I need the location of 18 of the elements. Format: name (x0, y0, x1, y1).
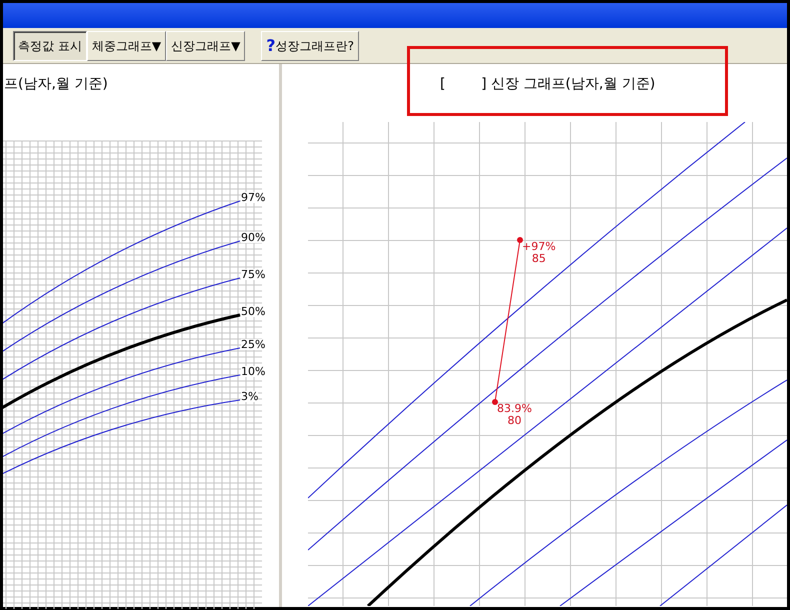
percentile-label: 10% (241, 366, 266, 377)
help-button[interactable]: ?성장그래프란? (261, 30, 359, 60)
percentile-label: 3% (241, 391, 258, 402)
dropdown-button[interactable]: 체중그래프▼ (86, 30, 166, 60)
percentile-value: 83.9% (497, 403, 532, 415)
dropdown-button[interactable]: 신장그래프▼ (166, 30, 246, 60)
chart-title: [ ] 신장 그래프(남자,월 기준) (440, 75, 656, 94)
percentile-label: 50% (241, 306, 266, 317)
question-mark-icon: ? (266, 38, 276, 54)
percentile-label: 25% (241, 339, 266, 350)
percentile-label: 97% (241, 192, 266, 203)
percentile-label: 75% (241, 269, 266, 280)
height-value: 80 (507, 415, 522, 427)
chart-title: 프(남자,월 기준) (4, 75, 108, 94)
toggle-button[interactable]: 측정값 표시 (13, 30, 87, 60)
percentile-label: 90% (241, 232, 266, 243)
percentile-value: +97% (522, 241, 556, 253)
height-value: 85 (532, 253, 546, 265)
